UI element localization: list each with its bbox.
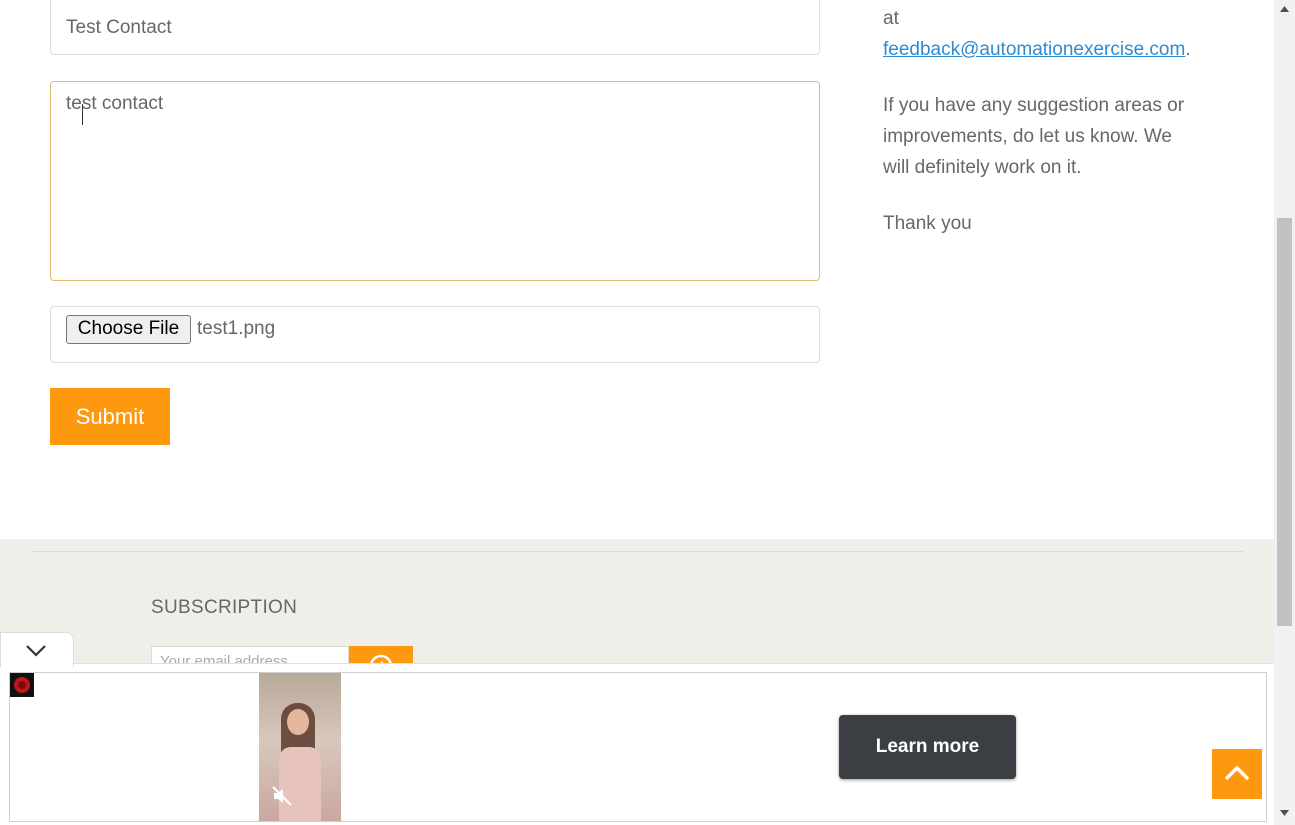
chevron-down-icon	[26, 645, 46, 657]
text-caret	[82, 104, 83, 125]
message-textarea[interactable]: test contact	[50, 81, 820, 281]
ad-content: Learn more	[9, 672, 1267, 822]
scroll-to-top-button[interactable]	[1212, 749, 1262, 799]
contact-page: Test Contact test contact Choose File te…	[0, 0, 1274, 825]
at-text: at	[883, 8, 899, 29]
mute-icon[interactable]	[271, 785, 293, 807]
video-person-head	[287, 709, 309, 735]
feedback-email-block: at feedback@automationexercise.com.	[883, 3, 1191, 65]
email-suffix: .	[1185, 39, 1191, 60]
submit-button[interactable]: Submit	[50, 388, 170, 445]
choose-file-button[interactable]: Choose File	[66, 315, 191, 344]
subject-value: Test Contact	[66, 17, 172, 38]
chevron-up-icon	[1224, 765, 1250, 781]
subject-field[interactable]: Test Contact	[50, 0, 820, 55]
scroll-up-arrow-icon[interactable]	[1280, 6, 1289, 12]
scroll-down-arrow-icon[interactable]	[1280, 810, 1289, 816]
message-value: test contact	[66, 93, 163, 125]
ad-banner: Learn more	[0, 663, 1274, 825]
ad-collapse-toggle[interactable]	[0, 632, 74, 667]
suggestion-text: If you have any suggestion areas or impr…	[883, 95, 1185, 178]
selected-file-name: test1.png	[197, 318, 276, 339]
thanks-text: Thank you	[883, 213, 972, 234]
subscription-title: SUBSCRIPTION	[151, 597, 298, 618]
video-person-body	[279, 747, 321, 821]
learn-more-button[interactable]: Learn more	[839, 715, 1016, 779]
footer-divider	[31, 551, 1243, 552]
feedback-email-link[interactable]: feedback@automationexercise.com	[883, 39, 1185, 60]
scrollbar-thumb[interactable]	[1277, 218, 1292, 626]
ad-video[interactable]	[259, 673, 341, 821]
vertical-scrollbar[interactable]	[1274, 0, 1295, 825]
ad-logo-icon	[10, 673, 34, 697]
file-upload-field[interactable]: Choose File test1.png	[50, 306, 820, 363]
